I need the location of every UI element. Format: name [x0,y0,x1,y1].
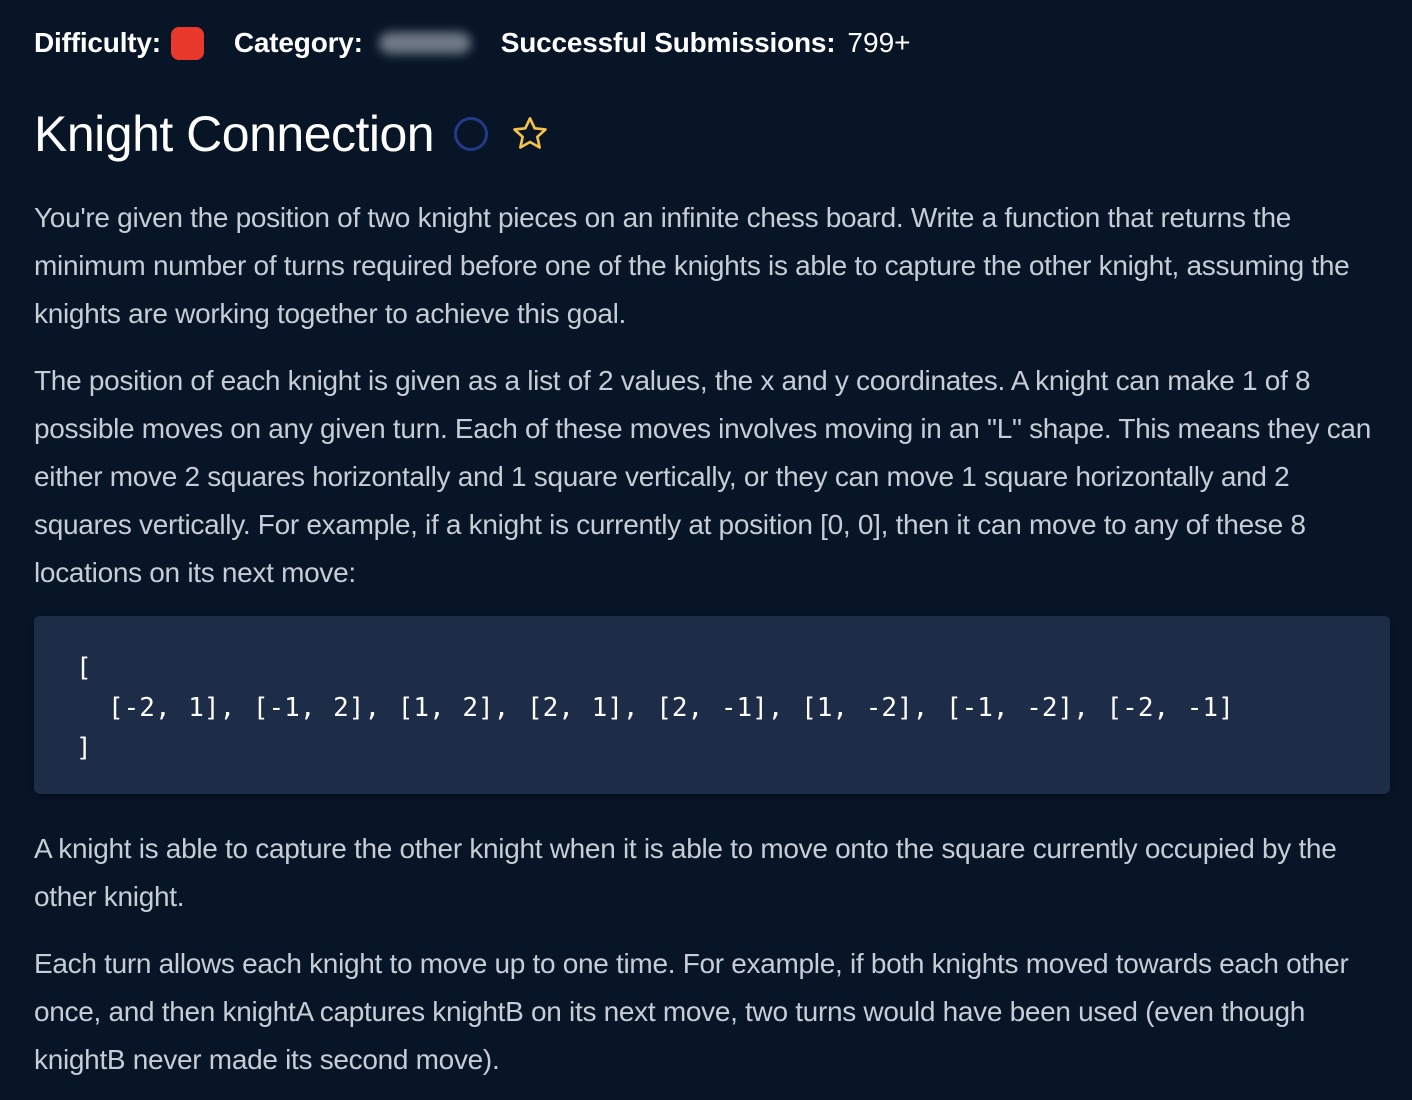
page-title: Knight Connection [34,106,435,162]
description-paragraph: A knight is able to capture the other kn… [34,833,1337,912]
description-paragraph: The position of each knight is given as … [34,365,1371,588]
difficulty-label: Difficulty: [34,27,161,58]
difficulty-badge [170,26,204,60]
description-paragraph: You're given the position of two knight … [34,202,1350,329]
category-label: Category: [233,27,363,58]
title-row: Knight Connection [34,104,550,164]
submissions-count: 799+ [847,27,911,58]
code-line-close: ] [76,733,92,763]
code-line-moves: [-2, 1], [-1, 2], [1, 2], [2, 1], [2, -1… [108,693,1234,723]
submissions-label: Successful Submissions: [500,27,836,58]
category-value-blurred [378,32,471,54]
code-line-open: [ [76,653,92,683]
description-paragraph: Each turn allows each knight to move up … [34,948,1349,1075]
problem-meta-bar: Difficulty: Category: Successful Submiss… [34,22,911,64]
completion-status-icon [454,117,489,151]
code-example-block: [ [-2, 1], [-1, 2], [1, 2], [2, 1], [2, -… [34,616,1390,794]
star-icon[interactable] [510,114,550,154]
